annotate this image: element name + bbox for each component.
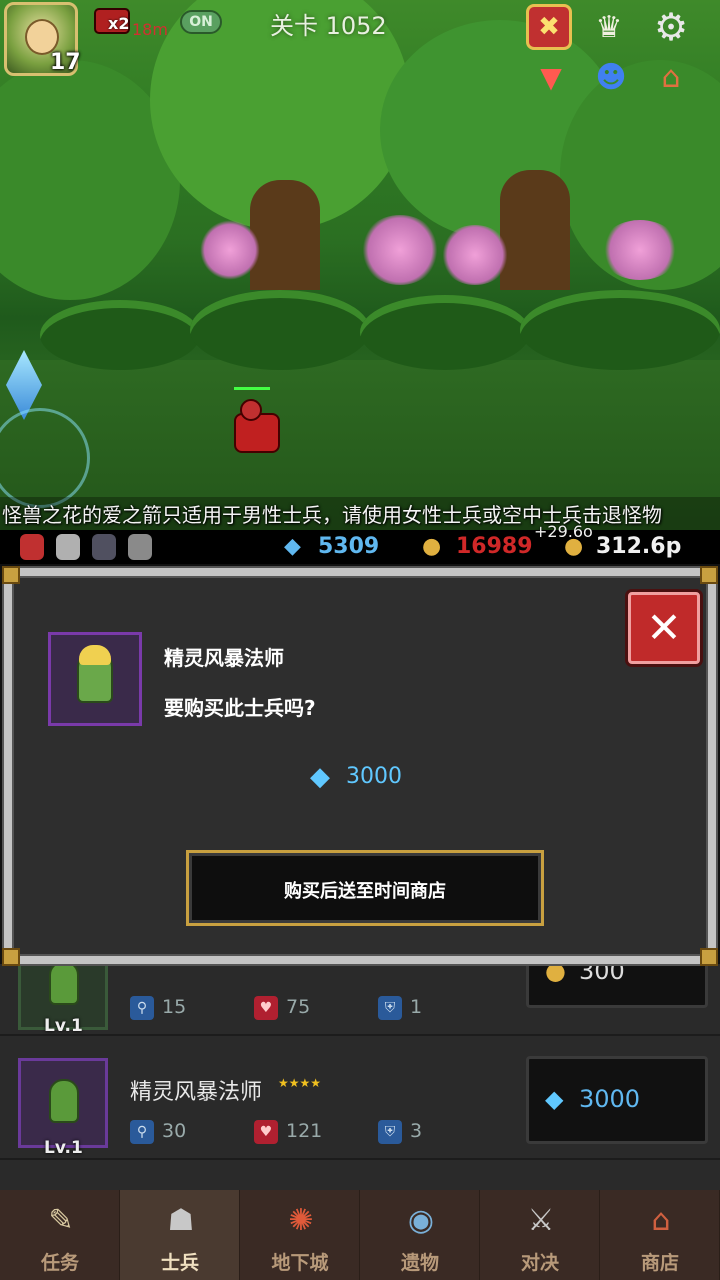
medal-count: 16989 [456,534,533,559]
attack-value: 15 [162,996,187,1018]
party-icon[interactable]: ☻ [588,54,634,100]
frame-corner [700,566,718,584]
hp-value: 75 [286,996,311,1018]
gold-rate: +29.6o [534,522,593,541]
unit-figure [49,1079,79,1123]
heart-icon: ♥ [254,1120,278,1144]
rarity-stars: ★★★★ [278,1076,322,1090]
tab-dungeon[interactable]: ✺ 地下城 [240,1190,360,1280]
flower-bush [200,220,260,280]
tab-relics[interactable]: ◉ 遗物 [360,1190,480,1280]
tab-label: 地下城 [271,1252,329,1274]
tab-quests[interactable]: ✎ 任务 [0,1190,120,1280]
scroll-icon: ✎ [48,1203,74,1238]
gear-icon[interactable]: ⚙ [648,4,694,50]
mini-hero-icon[interactable] [56,534,80,560]
boost-time: 18m [132,20,168,39]
defense-value: 3 [410,1120,423,1142]
speed-label: x2 [108,14,130,33]
chevron-down-icon[interactable]: ▼ [528,54,574,100]
gem-count: 5309 [318,534,380,559]
unit-figure [49,961,79,1005]
mini-hero-icon[interactable] [92,534,116,560]
tab-label: 商店 [640,1252,679,1274]
frame-corner [700,948,718,966]
close-icon: ✕ [646,603,682,652]
attack-icon: ⚲ [130,996,154,1020]
heart-icon: ♥ [254,996,278,1020]
attack-icon: ⚲ [130,1120,154,1144]
monster-icon: ✺ [288,1203,314,1238]
unit-level: Lv.1 [44,1016,83,1036]
unit-list: Lv.1 ⚲ 15 ♥ 75 ⛨ 1 ● 300 Lv.1 精灵风暴法师 ★★★… [0,936,720,1190]
buy-button[interactable]: 购买后送至时间商店 [186,850,544,926]
shop-icon: ⌂ [651,1203,671,1238]
dialog-unit-name: 精灵风暴法师 [164,646,284,670]
house-icon[interactable]: ⌂ [648,54,694,100]
unit-portrait [48,632,142,726]
dialog-price: 3000 [346,764,402,789]
unit-name: 精灵风暴法师 [130,1080,263,1105]
mini-hero-icon[interactable] [20,534,44,560]
buy-button-label: 购买后送至时间商店 [284,881,446,902]
bush [40,300,200,370]
tab-label: 对决 [520,1252,559,1274]
tab-label: 任务 [40,1252,79,1274]
angel-icon[interactable]: ♛ [586,4,632,50]
bottom-tab-bar: ✎ 任务 ☗ 士兵 ✺ 地下城 ◉ 遗物 ⚔ 对决 ⌂ 商店 [0,1190,720,1280]
helmet-icon: ☗ [167,1203,195,1238]
tab-label: 遗物 [400,1252,439,1274]
tab-shop[interactable]: ⌂ 商店 [600,1190,720,1280]
knight-helmet [240,399,262,421]
unit-portrait [18,1058,108,1148]
medal-icon: ● [422,534,442,559]
orb-icon: ◉ [407,1203,435,1238]
bush [360,295,530,370]
gem-icon: ◆ [310,762,330,792]
tab-duel[interactable]: ⚔ 对决 [480,1190,600,1280]
hint-text: 怪兽之花的爱之箭只适用于男性士兵，请使用女性士兵或空中士兵击退怪物 [0,497,720,530]
tree-trunk [500,170,570,290]
stage-label: 关卡 1052 [270,12,387,40]
shield-icon: ⛨ [378,1120,402,1144]
hp-value: 121 [286,1120,323,1142]
bush [520,290,720,370]
mini-hero-icon[interactable] [128,534,152,560]
battle-scene: 17 x2 18m ON 关卡 1052 ✖ ♛ ⚙ ▼ ☻ ⌂ 怪兽之花的爱之… [0,0,720,530]
frame-corner [2,566,20,584]
health-bar [234,387,270,390]
gem-icon: ◆ [284,534,301,559]
close-button[interactable]: ✕ [628,592,700,664]
flower-bush [440,225,510,285]
hero-level: 17 [50,50,81,75]
dialog-question: 要购买此士兵吗? [164,696,316,720]
battle-flag-icon[interactable]: ✖ [526,4,572,50]
buy-gem-button[interactable]: ◆ 3000 [526,1056,708,1144]
resource-bar: ◆ 5309 ● 16989 ● 312.6p [0,530,720,564]
gem-icon: ◆ [545,1085,564,1113]
crossed-swords-icon: ⚔ [527,1203,555,1238]
list-item[interactable]: Lv.1 精灵风暴法师 ★★★★ ⚲ 30 ♥ 121 ⛨ 3 ◆ 3000 [0,1048,720,1160]
bush [190,290,370,370]
gold-count: 312.6p [596,534,682,559]
unit-hair [79,645,111,665]
tab-label: 士兵 [160,1252,199,1274]
flower-bush [360,215,440,285]
flower-bush [600,220,680,280]
purchase-dialog: ✕ 精灵风暴法师 要购买此士兵吗? ◆ 3000 购买后送至时间商店 [2,566,718,966]
price-amount: 3000 [579,1085,641,1113]
defense-value: 1 [410,996,423,1018]
frame-corner [2,948,20,966]
tree-trunk [250,180,320,290]
auto-toggle[interactable]: ON [180,10,222,34]
knight-unit [228,387,288,465]
attack-value: 30 [162,1120,187,1142]
shield-icon: ⛨ [378,996,402,1020]
unit-level: Lv.1 [44,1138,83,1158]
tab-soldiers[interactable]: ☗ 士兵 [120,1190,240,1280]
